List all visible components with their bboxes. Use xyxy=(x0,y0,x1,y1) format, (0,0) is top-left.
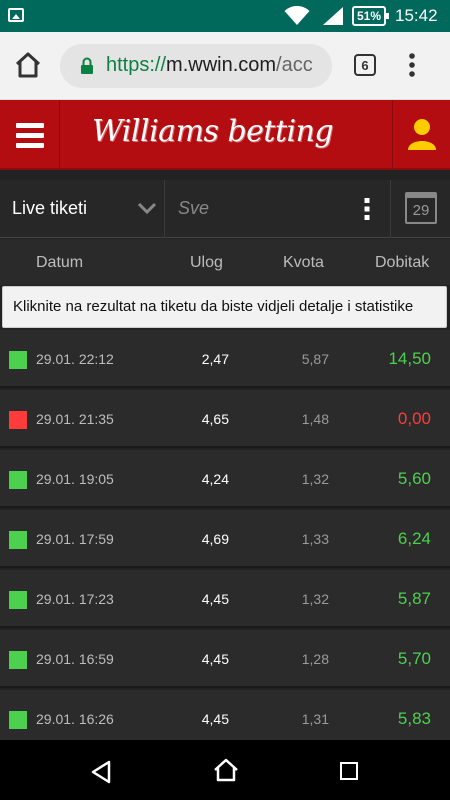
info-message: Kliknite na rezultat na tiketu da biste … xyxy=(2,286,447,328)
row-odds: 1,32 xyxy=(301,591,329,607)
row-stake: 4,45 xyxy=(201,651,229,667)
row-stake: 4,45 xyxy=(201,591,229,607)
user-account-button[interactable] xyxy=(392,100,450,170)
row-win: 5,87 xyxy=(397,589,431,608)
row-stake: 4,24 xyxy=(201,471,229,487)
lock-icon xyxy=(81,57,93,74)
ticket-type-label: Live tiketi xyxy=(12,198,88,218)
column-odds[interactable]: Kvota xyxy=(283,254,324,272)
column-win[interactable]: Dobitak xyxy=(375,254,429,272)
status-indicator xyxy=(9,471,27,489)
row-odds: 1,28 xyxy=(301,651,329,667)
table-row[interactable]: 29.01. 16:59 4,45 1,28 5,70 xyxy=(0,630,450,688)
url-text: https://m.wwin.com/acc xyxy=(106,54,313,77)
table-header: Datum Ulog Kvota Dobitak xyxy=(0,239,450,285)
row-date: 29.01. 17:23 xyxy=(36,591,114,607)
table-row[interactable]: 29.01. 16:26 4,45 1,31 5,83 xyxy=(0,690,450,740)
row-odds: 1,48 xyxy=(301,411,329,427)
status-indicator xyxy=(9,351,27,369)
table-row[interactable]: 29.01. 19:05 4,24 1,32 5,60 xyxy=(0,450,450,508)
status-bar: 51% 15:42 xyxy=(0,0,450,32)
overflow-menu-icon[interactable] xyxy=(408,52,416,78)
row-win: 5,70 xyxy=(397,649,431,668)
status-indicator xyxy=(9,711,27,729)
row-odds: 5,87 xyxy=(301,351,329,367)
row-stake: 2,47 xyxy=(201,351,229,367)
clock: 15:42 xyxy=(395,6,438,25)
filter-bar: Live tiketi Sve 29 xyxy=(0,180,450,238)
table-row[interactable]: 29.01. 21:35 4,65 1,48 0,00 xyxy=(0,390,450,448)
table-row[interactable]: 29.01. 17:59 4,69 1,33 6,24 xyxy=(0,510,450,568)
back-icon[interactable] xyxy=(90,760,112,784)
table-row[interactable]: 29.01. 17:23 4,45 1,32 5,87 xyxy=(0,570,450,628)
status-indicator xyxy=(9,411,27,429)
row-stake: 4,45 xyxy=(201,711,229,727)
column-stake[interactable]: Ulog xyxy=(190,254,223,272)
status-indicator xyxy=(9,531,27,549)
status-filter-field[interactable]: Sve xyxy=(178,198,209,219)
hamburger-menu-button[interactable] xyxy=(0,100,60,170)
row-win: 5,60 xyxy=(397,469,431,488)
browser-toolbar: https://m.wwin.com/acc 6 xyxy=(0,32,450,100)
battery-indicator: 51% xyxy=(352,6,389,26)
ticket-type-dropdown[interactable]: Live tiketi xyxy=(0,180,165,238)
system-navigation-bar xyxy=(0,740,450,800)
signal-icon xyxy=(323,7,343,25)
user-icon xyxy=(408,119,436,150)
row-date: 29.01. 21:35 xyxy=(36,411,114,427)
tab-switcher-button[interactable]: 6 xyxy=(354,54,376,76)
row-date: 29.01. 17:59 xyxy=(36,531,114,547)
row-win: 14,50 xyxy=(388,349,431,368)
table-row[interactable]: 29.01. 22:12 2,47 5,87 14,50 xyxy=(0,330,450,388)
row-win: 6,24 xyxy=(397,529,431,548)
more-options-icon[interactable] xyxy=(363,197,371,221)
calendar-icon: 29 xyxy=(405,192,437,224)
wifi-icon xyxy=(284,6,310,25)
recent-apps-icon[interactable] xyxy=(340,762,358,780)
row-odds: 1,32 xyxy=(301,471,329,487)
row-win: 5,83 xyxy=(397,709,431,728)
site-header: Williams betting xyxy=(0,100,450,170)
row-win: 0,00 xyxy=(397,409,431,428)
address-bar[interactable]: https://m.wwin.com/acc xyxy=(60,44,332,88)
chevron-down-icon xyxy=(137,202,157,214)
url-path: /acc xyxy=(276,54,313,76)
gallery-notification-icon xyxy=(8,8,24,22)
row-date: 29.01. 22:12 xyxy=(36,351,114,367)
home-button-icon[interactable] xyxy=(213,758,239,782)
url-host: m.wwin.com xyxy=(166,54,277,76)
row-date: 29.01. 19:05 xyxy=(36,471,114,487)
row-odds: 1,33 xyxy=(301,531,329,547)
row-odds: 1,31 xyxy=(301,711,329,727)
url-scheme: https:// xyxy=(106,54,167,76)
status-indicator xyxy=(9,651,27,669)
home-icon[interactable] xyxy=(14,52,42,78)
row-stake: 4,65 xyxy=(201,411,229,427)
row-date: 29.01. 16:59 xyxy=(36,651,114,667)
row-date: 29.01. 16:26 xyxy=(36,711,114,727)
ticket-list: 29.01. 22:12 2,47 5,87 14,50 29.01. 21:3… xyxy=(0,330,450,740)
status-indicator xyxy=(9,591,27,609)
calendar-button[interactable]: 29 xyxy=(390,180,450,238)
column-date[interactable]: Datum xyxy=(36,254,83,272)
row-stake: 4,69 xyxy=(201,531,229,547)
site-logo[interactable]: Williams betting xyxy=(92,114,334,149)
